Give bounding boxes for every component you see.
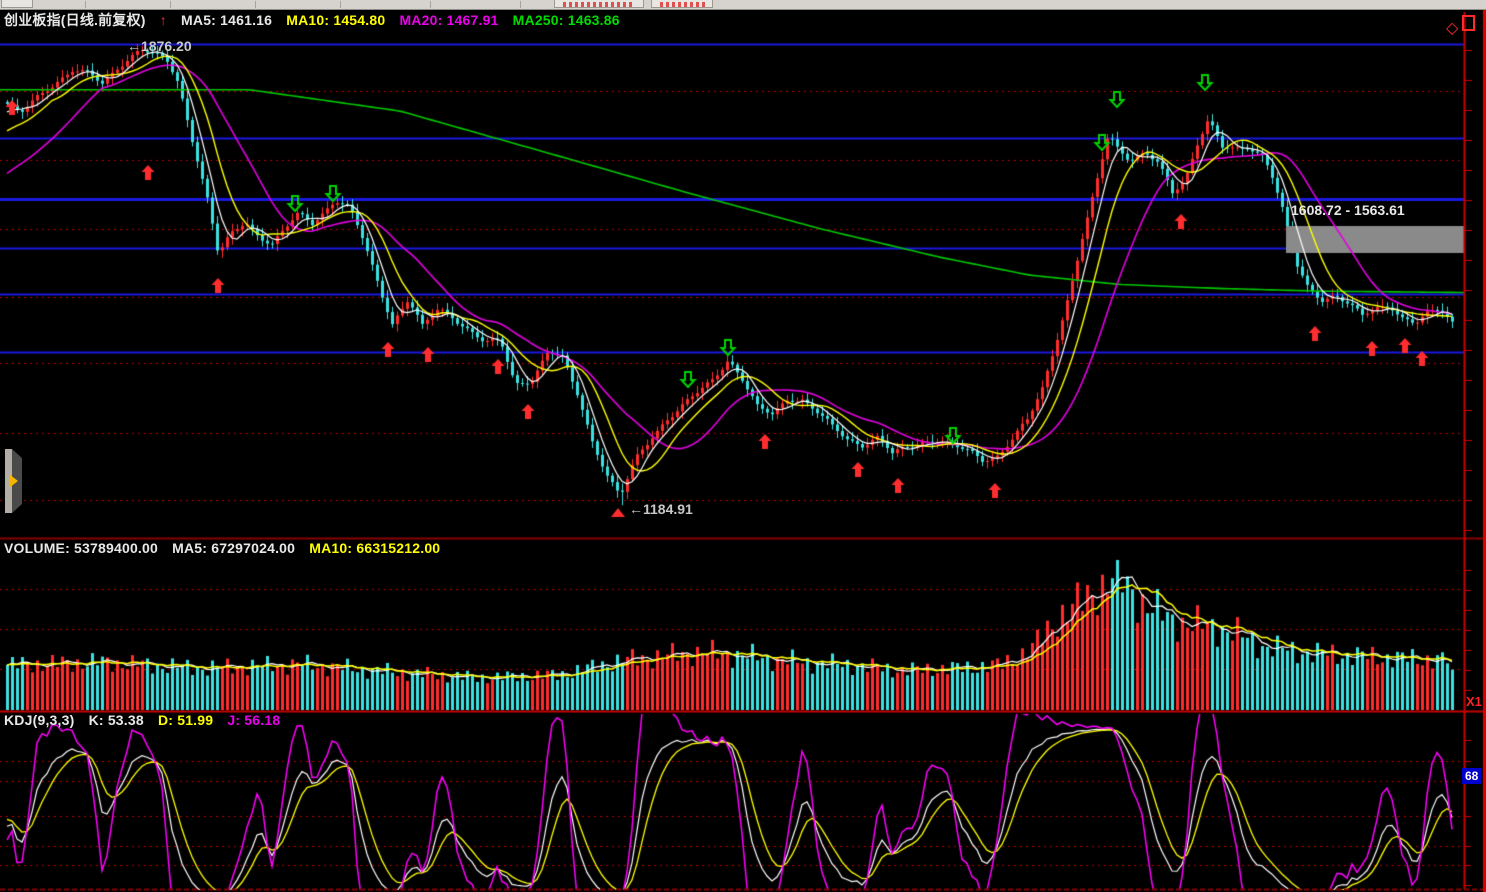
toolbar-separator [255,1,256,8]
period-high-label: ←1876.20 [127,38,192,54]
expand-arrow-icon [9,474,18,488]
chart-canvas[interactable] [0,0,1486,892]
top-toolbar[interactable] [0,0,1486,10]
kdj-level-badge: 68 [1462,768,1481,784]
volume-header: VOLUME: 53789400.00 MA5: 67297024.00 MA1… [4,540,450,556]
toolbar-button-label-clipped [563,2,635,7]
panel-expand-tab[interactable] [0,449,22,513]
volume-ma5-value: MA5: 67297024.00 [172,540,295,556]
toolbar-separator [340,1,341,8]
ma10-value: MA10: 1454.80 [286,12,385,28]
diamond-icon[interactable]: ◇ [1446,20,1458,37]
kdj-j-value: J: 56.18 [227,712,280,728]
volume-ma10-value: MA10: 66315212.00 [309,540,440,556]
toolbar-button[interactable] [651,0,713,8]
kdj-k-value: K: 53.38 [89,712,144,728]
gap-range-label: 1608.72 - 1563.61 [1291,202,1405,218]
toolbar-separator [520,1,521,8]
kdj-indicator-label: KDJ(9,3,3) [4,712,74,728]
ma20-value: MA20: 1467.91 [399,12,498,28]
trading-app-window: 创业板指(日线.前复权) ↑ MA5: 1461.16 MA10: 1454.8… [0,0,1486,892]
toolbar-button[interactable] [554,0,644,8]
kdj-header: KDJ(9,3,3) K: 53.38 D: 51.99 J: 56.18 [4,712,290,728]
kdj-d-value: D: 51.99 [158,712,213,728]
ma5-value: MA5: 1461.16 [181,12,272,28]
main-chart-header: 创业板指(日线.前复权) ↑ MA5: 1461.16 MA10: 1454.8… [4,10,630,30]
toolbar-separator [170,1,171,8]
pane-scale-button[interactable]: X1 [1466,694,1482,709]
ma250-value: MA250: 1463.86 [513,12,620,28]
period-low-label: ←1184.91 [629,501,693,517]
maximize-icon[interactable] [1462,15,1475,31]
volume-value: VOLUME: 53789400.00 [4,540,158,556]
toolbar-button-label-clipped [660,2,706,7]
toolbar-separator [85,1,86,8]
toolbar-button[interactable] [1,0,33,8]
trend-up-icon: ↑ [160,12,167,28]
header-icons: ◇ [1446,15,1480,38]
toolbar-separator [430,1,431,8]
symbol-title: 创业板指(日线.前复权) [4,12,146,28]
